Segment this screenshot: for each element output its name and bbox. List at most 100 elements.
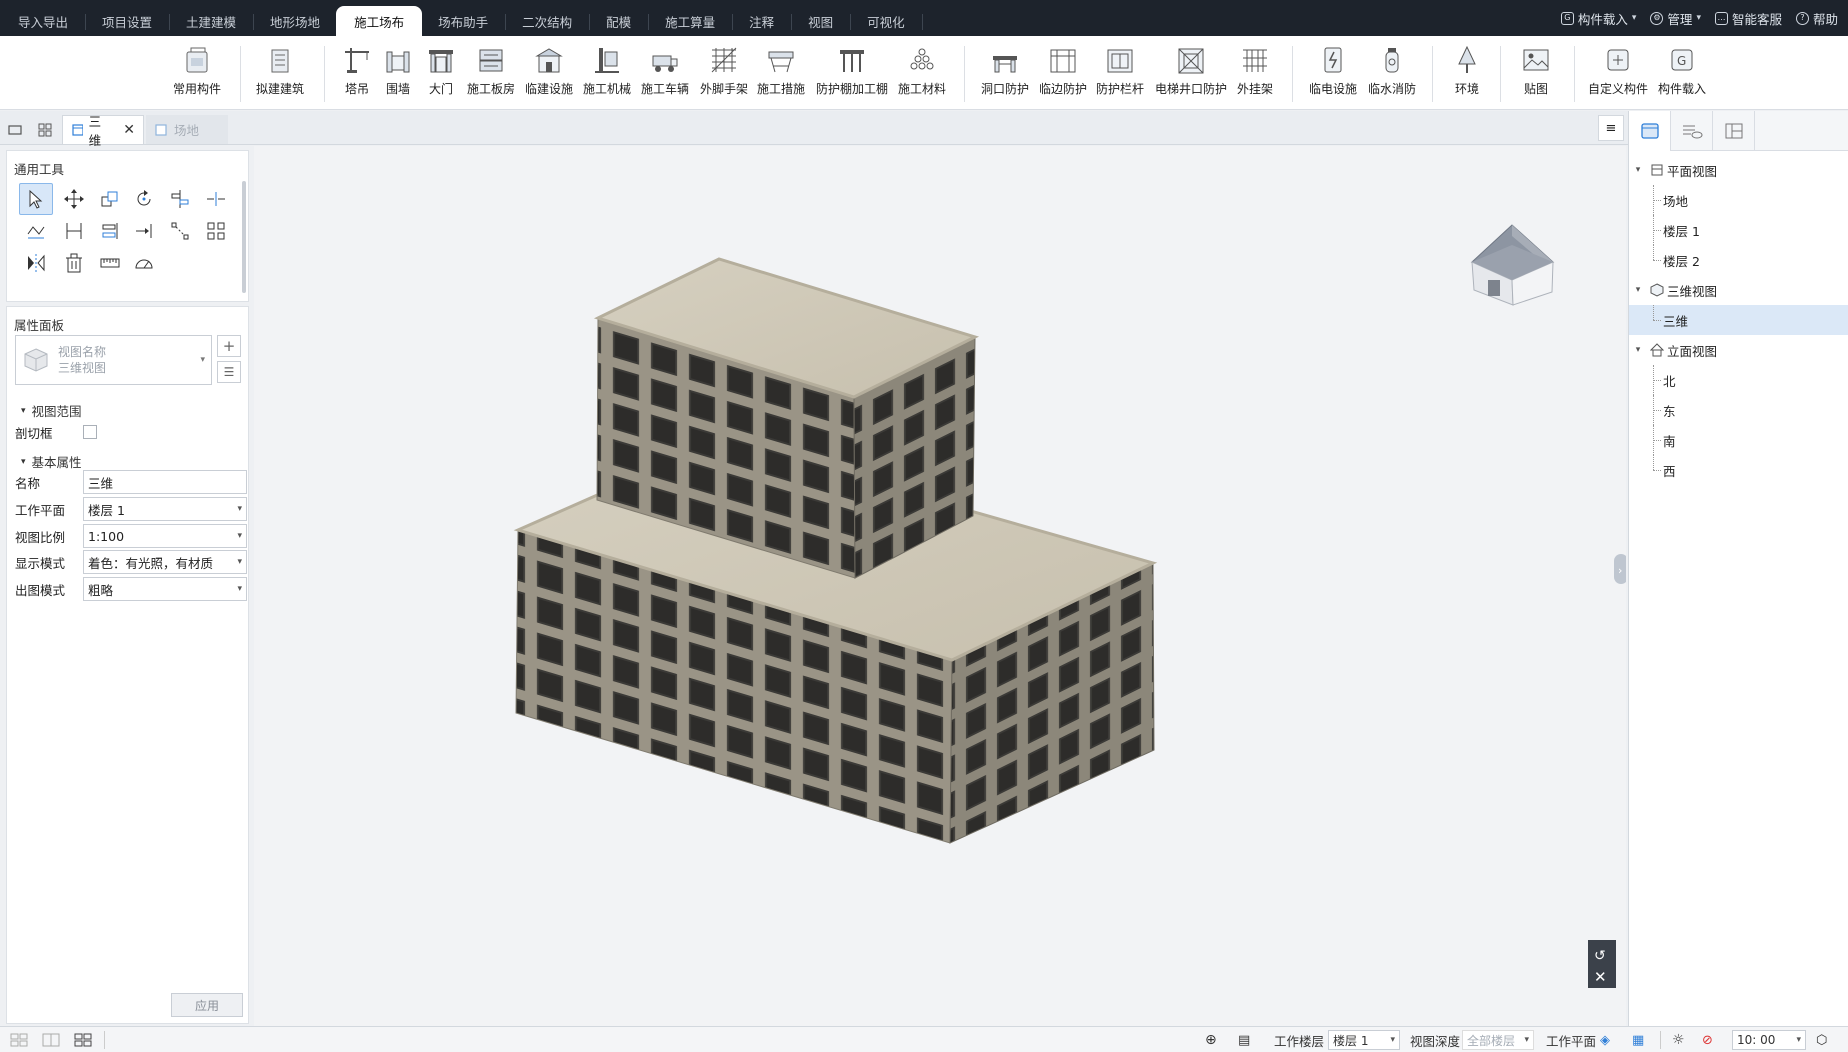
tree-item[interactable]: 西 — [1629, 455, 1848, 485]
measure-tool[interactable] — [93, 247, 127, 279]
view-settings-button[interactable]: ☰ — [217, 361, 241, 383]
sun-button[interactable]: ☼ — [1672, 1030, 1685, 1050]
construction-vehicles-button[interactable]: 施工车辆 — [641, 44, 689, 97]
add-view-button[interactable]: + — [217, 335, 241, 357]
crop-box-checkbox[interactable] — [83, 425, 97, 439]
view-cube-icon[interactable] — [1470, 224, 1555, 306]
dimension-tool[interactable] — [57, 215, 91, 247]
menu-tab[interactable]: 土建建模 — [168, 6, 255, 36]
tools-scrollbar[interactable] — [242, 181, 246, 293]
select-tool[interactable] — [19, 183, 53, 215]
tree-item[interactable]: 楼层 1 — [1629, 215, 1848, 245]
tab-3d[interactable]: 三维 ✕ — [62, 114, 144, 148]
tower-crane-button[interactable]: 塔吊 — [341, 44, 373, 97]
menu-tab[interactable]: 施工算量 — [647, 6, 734, 36]
close-icon[interactable]: ✕ — [123, 122, 135, 138]
texture-map-button[interactable]: 贴图 — [1520, 44, 1552, 97]
grid-toggle-button[interactable]: ▦ — [1632, 1030, 1644, 1050]
floor-settings-button[interactable]: ▤ — [1238, 1030, 1250, 1050]
tree-item[interactable]: 场地 — [1629, 185, 1848, 215]
rotate-tool[interactable] — [127, 183, 161, 215]
proposed-building-button[interactable]: 拟建建筑 — [256, 44, 304, 97]
construction-machinery-button[interactable]: 施工机械 — [583, 44, 631, 97]
delete-tool[interactable] — [57, 247, 91, 279]
angle-measure-tool[interactable] — [127, 247, 161, 279]
elevator-shaft-protection-button[interactable]: 电梯井口防护 — [1155, 44, 1227, 97]
gate-button[interactable]: 大门 — [425, 44, 457, 97]
menu-tab[interactable]: 导入导出 — [0, 6, 87, 36]
component-load-menu[interactable]: G 构件载入 ▾ — [1560, 9, 1636, 28]
property-select[interactable]: 1:100 ▾ — [83, 524, 247, 548]
work-plane-button[interactable]: ◈ — [1600, 1030, 1610, 1050]
common-components-button[interactable]: 常用构件 — [173, 44, 221, 97]
group-tool[interactable] — [199, 215, 233, 247]
3d-viewport[interactable]: › ↺ ✕ — [254, 146, 1628, 1026]
menu-tab[interactable]: 视图 — [790, 6, 852, 36]
name-field[interactable]: 三维 — [83, 470, 247, 494]
protective-shed-button[interactable]: 防护棚加工棚 — [816, 44, 888, 97]
close-icon[interactable]: ✕ — [1594, 968, 1607, 986]
tree-item[interactable]: 楼层 2 — [1629, 245, 1848, 275]
tile-views-button[interactable] — [34, 115, 58, 144]
menu-tab[interactable]: 场布助手 — [420, 6, 507, 36]
menu-tab[interactable]: 二次结构 — [504, 6, 591, 36]
temp-power-button[interactable]: 临电设施 — [1309, 44, 1357, 97]
tree-item[interactable]: 北 — [1629, 365, 1848, 395]
edge-protection-button[interactable]: 临边防护 — [1039, 44, 1087, 97]
custom-component-button[interactable]: 自定义构件 — [1588, 44, 1648, 97]
tree-item[interactable]: 东 — [1629, 395, 1848, 425]
layout-single-button[interactable] — [10, 1030, 28, 1050]
property-select[interactable]: 着色：有光照，有材质 ▾ — [83, 550, 247, 574]
apply-button[interactable]: 应用 — [171, 993, 243, 1017]
tab-views[interactable] — [1629, 111, 1671, 151]
layout-split-button[interactable] — [42, 1030, 60, 1050]
view-range-section[interactable]: ▾ 视图范围 — [21, 401, 82, 420]
right-panel-toggle[interactable]: › — [1614, 554, 1628, 584]
guardrail-button[interactable]: 防护栏杆 — [1096, 44, 1144, 97]
tab-site[interactable]: 场地 — [146, 115, 228, 144]
fence-button[interactable]: 围墙 — [382, 44, 414, 97]
window-restore-button[interactable] — [4, 115, 28, 144]
temp-facilities-button[interactable]: 临建设施 — [525, 44, 573, 97]
menu-tab[interactable]: 施工场布 — [336, 6, 423, 36]
view-type-selector[interactable]: 视图名称 三维视图 ▾ — [15, 335, 212, 385]
mirror-tool[interactable] — [19, 247, 53, 279]
manage-menu[interactable]: ⚙ 管理 ▾ — [1650, 9, 1701, 28]
panel-menu-button[interactable]: ≡ — [1598, 115, 1624, 141]
time-select[interactable]: 10: 00 ▾ — [1732, 1030, 1806, 1050]
render-settings-button[interactable]: ⬡ — [1816, 1030, 1827, 1050]
opening-protection-button[interactable]: 洞口防护 — [981, 44, 1029, 97]
environment-button[interactable]: 环境 — [1451, 44, 1483, 97]
viewport-canvas[interactable]: › ↺ ✕ — [254, 146, 1628, 1026]
tab-sheets[interactable] — [1713, 111, 1755, 151]
tree-group-elevation-views[interactable]: ▾ 立面视图 — [1629, 335, 1848, 365]
offset-tool[interactable] — [93, 215, 127, 247]
load-component-button[interactable]: G 构件载入 — [1658, 44, 1706, 97]
layout-grid-button[interactable] — [74, 1030, 92, 1050]
construction-measures-button[interactable]: 施工措施 — [757, 44, 805, 97]
split-tool[interactable] — [199, 183, 233, 215]
menu-tab[interactable]: 项目设置 — [84, 6, 171, 36]
menu-tab[interactable]: 注释 — [731, 6, 793, 36]
help-button[interactable]: ? 帮助 — [1795, 9, 1838, 28]
menu-tab[interactable]: 可视化 — [849, 6, 923, 36]
temp-water-fire-button[interactable]: 临水消防 — [1368, 44, 1416, 97]
menu-tab[interactable]: 地形场地 — [252, 6, 339, 36]
tree-group-plan-views[interactable]: ▾ 平面视图 — [1629, 155, 1848, 185]
view-depth-select[interactable]: 全部楼层 ▾ — [1462, 1030, 1534, 1050]
scaffolding-button[interactable]: 外脚手架 — [700, 44, 748, 97]
work-floor-select[interactable]: 楼层 1 ▾ — [1328, 1030, 1400, 1050]
shadow-toggle-button[interactable]: ⊘ — [1702, 1030, 1713, 1050]
extend-tool[interactable] — [127, 215, 161, 247]
tree-item[interactable]: 南 — [1629, 425, 1848, 455]
tree-item[interactable]: 三维 — [1629, 305, 1848, 335]
reset-view-icon[interactable]: ↺ — [1594, 948, 1606, 964]
trim-tool[interactable] — [19, 215, 53, 247]
construction-materials-button[interactable]: 施工材料 — [898, 44, 946, 97]
external-frame-button[interactable]: 外挂架 — [1237, 44, 1273, 97]
tab-layers[interactable] — [1671, 111, 1713, 151]
align-tool[interactable] — [163, 183, 197, 215]
zoom-fit-button[interactable]: ⊕ — [1205, 1030, 1217, 1050]
copy-tool[interactable] — [93, 183, 127, 215]
move-tool[interactable] — [57, 183, 91, 215]
